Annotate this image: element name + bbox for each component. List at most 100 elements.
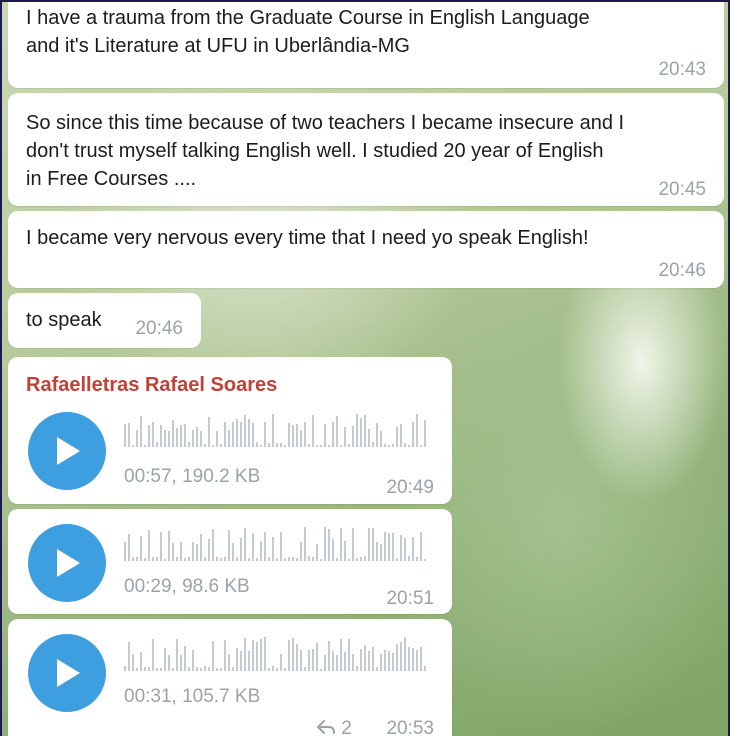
message-time: 20:49 <box>386 477 434 498</box>
waveform-bar <box>324 655 326 671</box>
waveform-bar <box>364 556 366 561</box>
waveform-bar <box>404 443 406 447</box>
waveform-bar <box>364 645 366 671</box>
waveform-bar <box>188 442 190 447</box>
waveform-bar <box>168 655 170 671</box>
waveform-bar <box>152 422 154 447</box>
replies-indicator[interactable]: 2 <box>316 715 352 736</box>
play-icon <box>57 437 80 465</box>
message-text: I became very nervous every time that I … <box>26 227 589 249</box>
waveform-bar <box>304 527 306 561</box>
waveform-bar <box>328 641 330 671</box>
message-bubble[interactable]: I have a trauma from the Graduate Course… <box>8 2 724 88</box>
waveform-bar <box>344 541 346 561</box>
waveform-bar <box>336 558 338 561</box>
waveform-bar <box>136 430 138 447</box>
waveform-bar <box>156 668 158 671</box>
waveform[interactable] <box>124 413 426 447</box>
waveform-bar <box>144 445 146 447</box>
waveform-bar <box>220 558 222 561</box>
waveform-bar <box>324 424 326 447</box>
waveform-bar <box>416 557 418 561</box>
waveform-bar <box>136 668 138 671</box>
waveform-bar <box>232 543 234 561</box>
waveform-bar <box>268 668 270 671</box>
play-button[interactable] <box>28 634 106 712</box>
waveform-bar <box>372 442 374 447</box>
waveform[interactable] <box>124 637 426 671</box>
waveform-bar <box>288 423 290 447</box>
waveform-bar <box>368 429 370 447</box>
waveform-bar <box>212 529 214 561</box>
waveform-bar <box>152 557 154 561</box>
waveform-bar <box>312 557 314 561</box>
message-bubble[interactable]: I became very nervous every time that I … <box>8 211 724 288</box>
play-button[interactable] <box>28 524 106 602</box>
voice-meta: 00:57, 190.2 KB <box>124 466 261 487</box>
waveform-bar <box>360 557 362 561</box>
waveform-bar <box>276 668 278 671</box>
waveform-bar <box>392 444 394 447</box>
waveform-bar <box>176 557 178 561</box>
waveform-bar <box>208 417 210 447</box>
waveform-bar <box>200 431 202 447</box>
waveform-bar <box>188 557 190 561</box>
waveform-bar <box>420 532 422 561</box>
waveform-bar <box>396 558 398 561</box>
waveform-bar <box>228 654 230 671</box>
message-bubble[interactable]: So since this time because of two teache… <box>8 93 724 206</box>
waveform-bar <box>248 651 250 671</box>
waveform-bar <box>316 643 318 671</box>
waveform-bar <box>236 419 238 447</box>
waveform-bar <box>216 431 218 447</box>
waveform-bar <box>344 652 346 671</box>
message-time: 20:46 <box>135 318 183 339</box>
waveform[interactable] <box>124 527 426 561</box>
waveform-bar <box>396 644 398 671</box>
waveform-bar <box>320 445 322 447</box>
waveform-bar <box>184 646 186 671</box>
waveform-bar <box>332 651 334 671</box>
waveform-bar <box>340 445 342 447</box>
waveform-bar <box>424 559 426 561</box>
message-text: to speak <box>26 309 102 331</box>
waveform-bar <box>244 638 246 671</box>
waveform-bar <box>128 423 130 447</box>
waveform-bar <box>344 427 346 447</box>
waveform-bar <box>340 528 342 561</box>
waveform-bar <box>360 649 362 671</box>
waveform-bar <box>216 557 218 561</box>
waveform-bar <box>176 639 178 671</box>
waveform-bar <box>148 667 150 671</box>
waveform-bar <box>152 639 154 671</box>
waveform-bar <box>400 535 402 561</box>
waveform-bar <box>316 544 318 561</box>
waveform-bar <box>320 669 322 671</box>
waveform-bar <box>228 530 230 561</box>
waveform-bar <box>208 667 210 671</box>
sender-name[interactable]: Rafaelletras Rafael Soares <box>26 371 277 399</box>
waveform-bar <box>248 419 250 447</box>
waveform-bar <box>272 537 274 561</box>
waveform-bar <box>204 666 206 671</box>
waveform-bar <box>372 528 374 561</box>
waveform-bar <box>256 642 258 671</box>
waveform-bar <box>208 539 210 561</box>
message-time: 20:51 <box>386 588 434 609</box>
waveform-bar <box>132 445 134 447</box>
voice-message-bubble[interactable]: 00:31, 105.7 KB 2 20:53 <box>8 619 452 736</box>
waveform-bar <box>352 528 354 561</box>
waveform-bar <box>128 642 130 671</box>
message-bubble[interactable]: to speak 20:46 <box>8 293 201 348</box>
waveform-bar <box>348 559 350 561</box>
waveform-bar <box>308 556 310 561</box>
waveform-bar <box>296 558 298 561</box>
waveform-bar <box>196 427 198 447</box>
voice-message-bubble[interactable]: Rafaelletras Rafael Soares 00:57, 190.2 … <box>8 357 452 504</box>
waveform-bar <box>124 666 126 671</box>
play-button[interactable] <box>28 412 106 490</box>
waveform-bar <box>200 534 202 561</box>
voice-message-bubble[interactable]: 00:29, 98.6 KB 20:51 <box>8 509 452 614</box>
waveform-bar <box>304 667 306 671</box>
waveform-bar <box>400 642 402 671</box>
